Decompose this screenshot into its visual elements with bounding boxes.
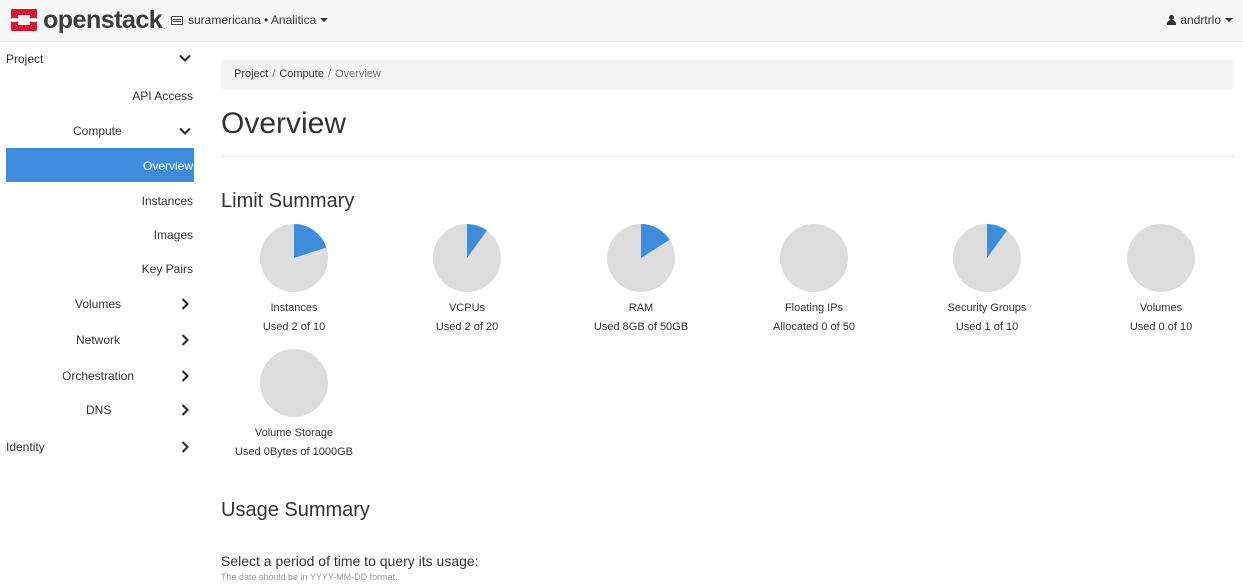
pie-chart-ram: RAM Used 8GB of 50GB [561,224,721,334]
project-picker-label: suramericana • Analitica [188,13,317,27]
sidebar-item-label: Overview [142,159,193,173]
sidebar-item-label: Identity [6,440,45,454]
pie-chart-vcpus: VCPUs Used 2 of 20 [387,224,547,334]
limit-usage-text: Used 2 of 20 [435,321,499,333]
pie-chart-graphic [1127,224,1195,292]
sidebar-item-compute[interactable]: Compute [0,112,200,146]
limit-name: Floating IPs [784,302,844,314]
limit-name: Security Groups [947,302,1027,314]
breadcrumb-compute[interactable]: Compute [279,68,324,80]
sidebar-item-network[interactable]: Network [0,322,200,356]
sidebar-item-volumes[interactable]: Volumes [0,286,200,320]
sidebar-item-overview[interactable]: Overview [6,148,194,182]
breadcrumb-overview: Overview [335,68,381,80]
pie-chart-volumes: Volumes Used 0 of 10 [1081,224,1241,334]
limit-name: RAM [628,302,654,314]
breadcrumb-project[interactable]: Project [234,68,268,80]
pie-chart-graphic [780,224,848,292]
brand-text: openstack [43,5,163,34]
chevron-right-icon [178,333,192,347]
page-title: Overview [221,107,347,140]
pie-chart-graphic [260,224,328,292]
sidebar: Project API Access Compute Overview Inst… [0,42,200,586]
pie-chart-security-groups: Security Groups Used 1 of 10 [907,224,1067,334]
project-list-icon [171,15,183,25]
caret-down-icon [320,18,329,22]
pie-chart-floating-ips: Floating IPs Allocated 0 of 50 [734,224,894,334]
sidebar-item-project[interactable]: Project [0,42,200,76]
chevron-right-icon [178,369,192,383]
pie-chart-graphic [607,224,675,292]
sidebar-item-instances[interactable]: Instances [0,183,200,217]
limit-usage-text: Used 2 of 10 [262,321,326,333]
limit-name: Volume Storage [254,427,334,439]
sidebar-item-orchestration[interactable]: Orchestration [0,358,200,392]
sidebar-item-label: Key Pairs [141,262,193,276]
sidebar-item-label: DNS [86,403,112,417]
top-navbar: openstack. suramericana • Analitica andr… [0,0,1243,42]
limit-usage-text: Used 8GB of 50GB [593,321,689,333]
limit-usage-text: Used 0 of 10 [1129,321,1193,333]
pie-unused-slice [1127,224,1195,292]
limit-name: VCPUs [448,302,486,314]
openstack-logo-icon [11,9,37,31]
user-menu-dropdown[interactable]: andrtrlo [1167,13,1233,27]
sidebar-item-dns[interactable]: DNS [0,392,200,426]
brand-suffix: . [163,21,166,31]
user-name: andrtrlo [1180,13,1221,27]
project-picker-dropdown[interactable]: suramericana • Analitica [171,13,329,27]
sidebar-item-key-pairs[interactable]: Key Pairs [0,251,200,285]
chevron-right-icon [178,403,192,417]
limit-usage-text: Used 1 of 10 [955,321,1019,333]
sidebar-item-label: Orchestration [62,369,135,383]
limit-name: Instances [270,302,318,314]
user-icon [1167,15,1177,25]
date-format-help: The date should be in YYYY-MM-DD format. [221,572,398,582]
query-period-label: Select a period of time to query its usa… [221,553,479,569]
chevron-right-icon [178,440,192,454]
pie-chart-instances: Instances Used 2 of 10 [214,224,374,334]
limit-summary-title: Limit Summary [221,190,355,212]
pie-chart-volume-storage: Volume Storage Used 0Bytes of 1000GB [214,349,374,459]
breadcrumb: Project / Compute / Overview [221,59,1234,90]
sidebar-item-label: API Access [132,89,193,103]
sidebar-item-label: Images [153,228,193,242]
limit-name: Volumes [1139,302,1183,314]
usage-summary-title: Usage Summary [221,499,370,521]
sidebar-item-api-access[interactable]: API Access [0,76,200,110]
pie-chart-graphic [433,224,501,292]
chevron-down-icon [178,51,192,65]
title-divider [221,156,1235,157]
pie-chart-graphic [260,349,328,417]
sidebar-item-identity[interactable]: Identity [0,429,200,463]
sidebar-item-label: Project [6,52,44,66]
limit-usage-text: Allocated 0 of 50 [773,321,855,333]
pie-chart-graphic [953,224,1021,292]
breadcrumb-separator: / [327,68,332,80]
sidebar-item-label: Network [76,333,121,347]
breadcrumb-separator: / [272,68,276,80]
pie-unused-slice [780,224,848,292]
pie-unused-slice [260,349,328,417]
sidebar-item-label: Compute [73,124,122,138]
caret-down-icon [1225,18,1233,22]
limit-usage-text: Used 0Bytes of 1000GB [234,446,353,458]
openstack-logo[interactable]: openstack. [11,5,166,34]
sidebar-item-label: Volumes [75,297,122,311]
chevron-right-icon [178,297,192,311]
sidebar-item-label: Instances [141,194,193,208]
chevron-down-icon [178,124,192,138]
sidebar-item-images[interactable]: Images [0,217,200,251]
